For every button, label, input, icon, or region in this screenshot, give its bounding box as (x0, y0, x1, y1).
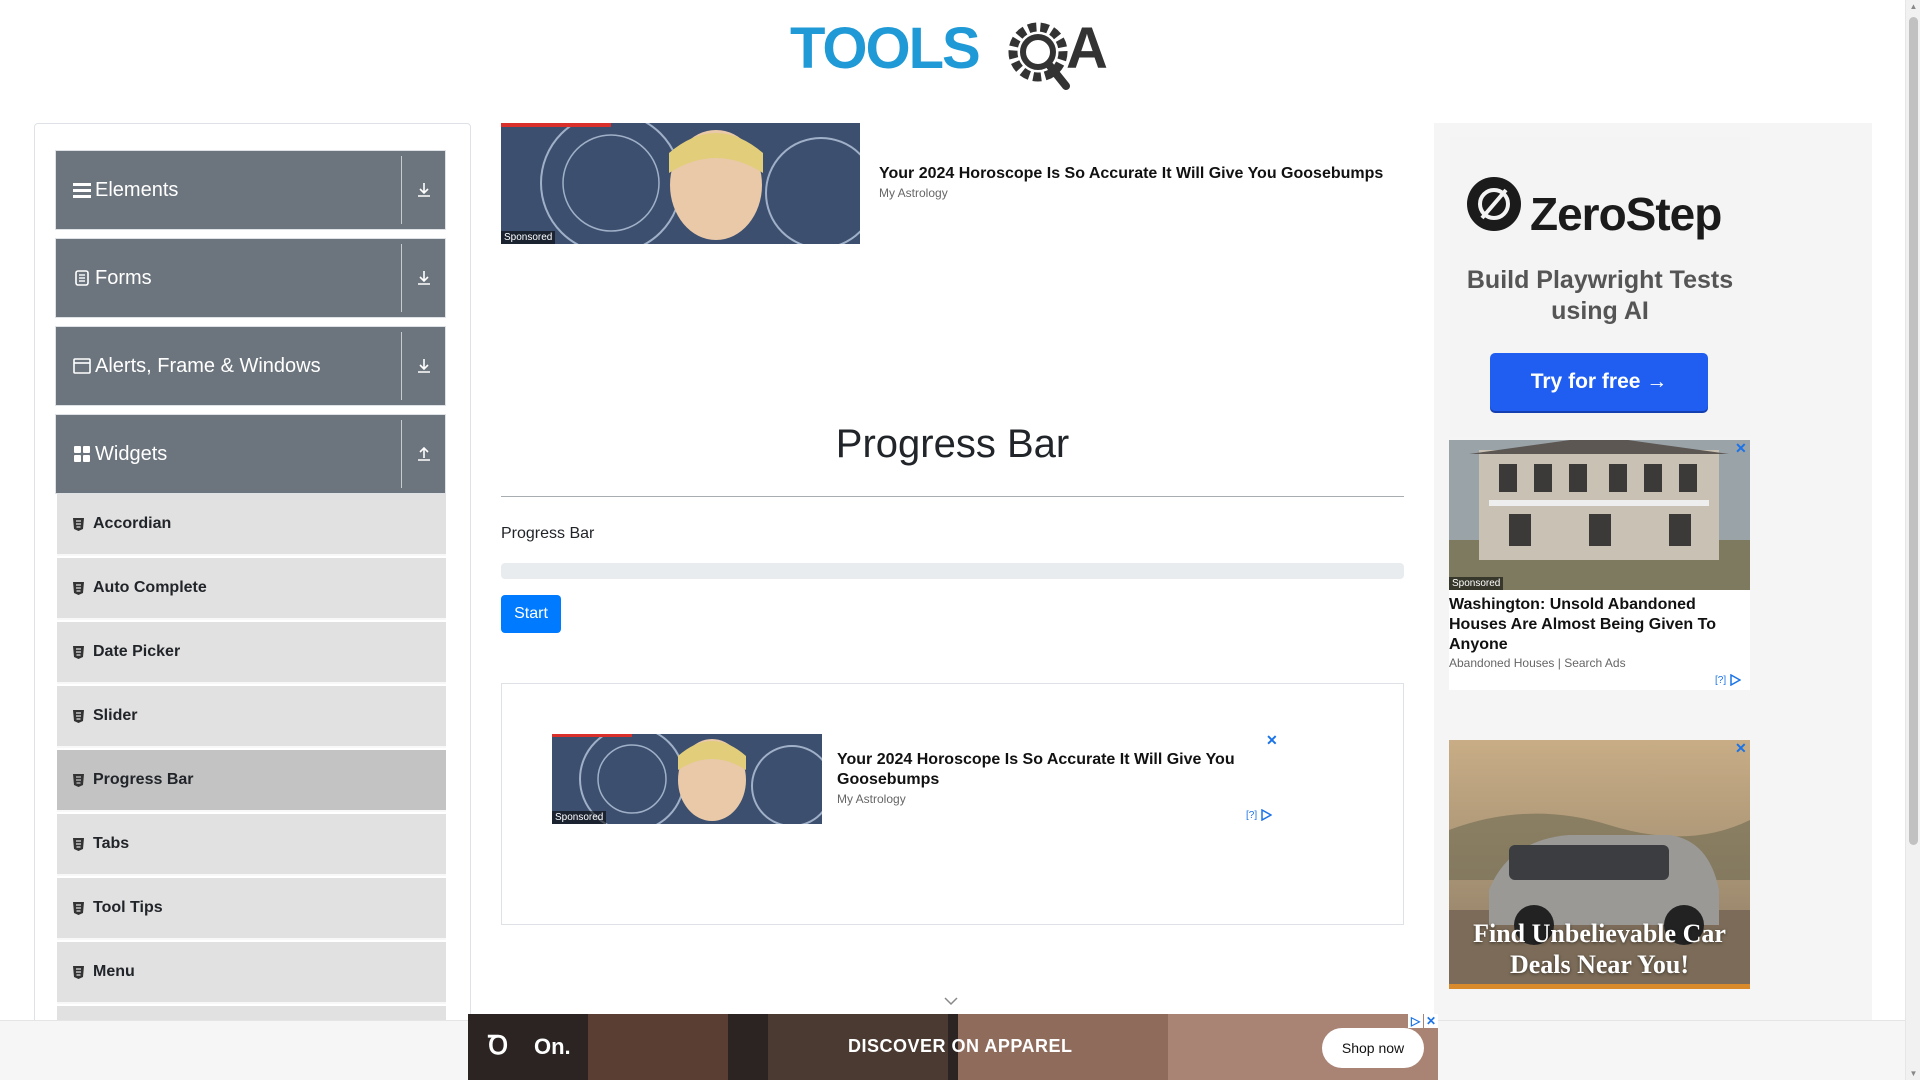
house-sponsored-ad[interactable]: Sponsored ✕ Washington: Unsold Abandoned… (1449, 440, 1750, 690)
sponsored-label: Sponsored (552, 811, 607, 824)
on-brand-text: On. (534, 1034, 571, 1059)
sidebar-item-auto-complete[interactable]: Auto Complete (57, 558, 446, 620)
sidebar-item-slider[interactable]: Slider (57, 686, 446, 748)
site-header: TOOLS A (0, 0, 1905, 110)
sidebar-item-label: Progress Bar (93, 771, 194, 788)
bottom-banner-ad[interactable]: Ꝺ On. DISCOVER ON APPAREL Shop now ▷ ✕ (468, 1014, 1438, 1080)
sidebar-group-widgets[interactable]: Widgets (55, 414, 446, 494)
html5-icon (71, 837, 85, 851)
ad-source: My Astrology (837, 792, 906, 806)
sidebar-item-tool-tips[interactable]: Tool Tips (57, 878, 446, 940)
start-button[interactable]: Start (501, 595, 561, 633)
inline-sponsored-ad[interactable]: Sponsored Your 2024 Horoscope Is So Accu… (501, 683, 1404, 925)
shop-now-button[interactable]: Shop now (1322, 1028, 1424, 1068)
document-icon (73, 269, 91, 287)
adchoices-label: [?] (1246, 809, 1258, 821)
car-ad-headline: Find Unbelievable Car Deals Near You! (1473, 919, 1726, 979)
scrollbar-thumb[interactable] (1909, 17, 1918, 845)
hamburger-icon (73, 181, 91, 199)
try-for-free-button[interactable]: Try for free → (1490, 353, 1708, 411)
download-icon[interactable] (401, 332, 445, 400)
adchoices-label: [?] (1715, 674, 1727, 686)
sidebar-group-label: Forms (95, 266, 152, 289)
bottom-ad-headline: DISCOVER ON APPAREL (848, 1036, 1073, 1056)
download-icon[interactable] (401, 156, 445, 224)
ad-title[interactable]: Your 2024 Horoscope Is So Accurate It Wi… (879, 165, 1383, 183)
ad-source: My Astrology (879, 186, 948, 200)
zerostep-subtitle: Build Playwright Tests using AI (1466, 266, 1734, 325)
sidebar-group-forms[interactable]: Forms (55, 238, 446, 318)
sidebar-group-label: Widgets (95, 442, 168, 465)
ad-image: Sponsored (552, 734, 822, 824)
sidebar-group-label: Alerts, Frame & Windows (95, 354, 321, 377)
zerostep-brand: ZeroStep (1530, 188, 1722, 240)
close-icon[interactable]: ✕ (1735, 740, 1747, 757)
left-sidebar: Elements Forms Alerts, Frame & Windows W… (34, 123, 471, 1080)
sidebar-item-label: Accordian (93, 515, 172, 532)
sidebar-group-elements[interactable]: Elements (55, 150, 446, 230)
sponsored-label: Sponsored (501, 231, 556, 244)
ad-source: Abandoned Houses | Search Ads (1449, 656, 1626, 670)
zerostep-ad[interactable]: ZeroStep Build Playwright Tests using AI… (1450, 137, 1750, 437)
sidebar-item-label: Tool Tips (93, 899, 163, 916)
widgets-icon (73, 445, 91, 463)
title-divider (501, 496, 1404, 497)
html5-icon (71, 645, 85, 659)
sidebar-item-label: Tabs (93, 835, 130, 852)
sidebar-group-alerts-frame-windows[interactable]: Alerts, Frame & Windows (55, 326, 446, 406)
adchoices-icon[interactable]: [?] (1246, 809, 1273, 821)
sidebar-item-label: Menu (93, 963, 135, 980)
html5-icon (71, 901, 85, 915)
close-icon[interactable]: ✕ (1424, 1014, 1438, 1028)
on-brand-mark: Ꝺ (488, 1030, 509, 1060)
car-deals-ad[interactable]: ✕ Find Unbelievable Car Deals Near You! (1449, 740, 1750, 989)
top-sponsored-ad[interactable]: Sponsored Your 2024 Horoscope Is So Accu… (501, 123, 1403, 245)
html5-icon (71, 709, 85, 723)
window-icon (73, 357, 91, 375)
page-title: Progress Bar (835, 422, 1070, 466)
html5-icon (71, 965, 85, 979)
sidebar-item-accordian[interactable]: Accordian (57, 494, 446, 556)
svg-text:TOOLS: TOOLS (790, 16, 979, 81)
sidebar-item-date-picker[interactable]: Date Picker (57, 622, 446, 684)
right-ad-column: ZeroStep Build Playwright Tests using AI… (1434, 123, 1872, 1080)
ad-image: Sponsored (501, 123, 860, 244)
ad-title[interactable]: Washington: Unsold Abandoned Houses Are … (1449, 595, 1739, 655)
chevron-down-icon[interactable] (943, 995, 959, 1007)
sidebar-item-tabs[interactable]: Tabs (57, 814, 446, 876)
toolsqa-logo[interactable]: TOOLS A (790, 14, 1116, 94)
sponsored-label: Sponsored (1449, 577, 1504, 590)
ad-title[interactable]: Your 2024 Horoscope Is So Accurate It Wi… (837, 750, 1267, 790)
download-icon[interactable] (401, 244, 445, 312)
progress-bar (501, 563, 1404, 579)
svg-text:A: A (1066, 16, 1108, 81)
html5-icon (71, 581, 85, 595)
sidebar-item-menu[interactable]: Menu (57, 942, 446, 1004)
progress-bar-label: Progress Bar (501, 525, 595, 542)
close-icon[interactable]: ✕ (1735, 440, 1747, 457)
html5-icon (71, 517, 85, 531)
zerostep-logo-icon (1467, 177, 1521, 231)
sidebar-item-label: Slider (93, 707, 138, 724)
adchoices-icon[interactable]: [?] (1715, 674, 1742, 686)
adchoices-icon[interactable]: ▷ (1408, 1014, 1424, 1028)
scroll-up-icon[interactable]: ▲ (1909, 2, 1918, 11)
page-scrollbar[interactable]: ▲ ▼ (1905, 0, 1920, 1080)
sidebar-item-label: Date Picker (93, 643, 181, 660)
close-icon[interactable]: ✕ (1266, 732, 1278, 749)
ad-image: Sponsored (1449, 440, 1750, 590)
html5-icon (71, 773, 85, 787)
scroll-down-icon[interactable]: ▼ (1909, 1069, 1918, 1078)
upload-icon[interactable] (401, 420, 445, 488)
sidebar-group-label: Elements (95, 178, 179, 201)
sidebar-item-label: Auto Complete (93, 579, 207, 596)
sidebar-item-progress-bar[interactable]: Progress Bar (57, 750, 446, 812)
